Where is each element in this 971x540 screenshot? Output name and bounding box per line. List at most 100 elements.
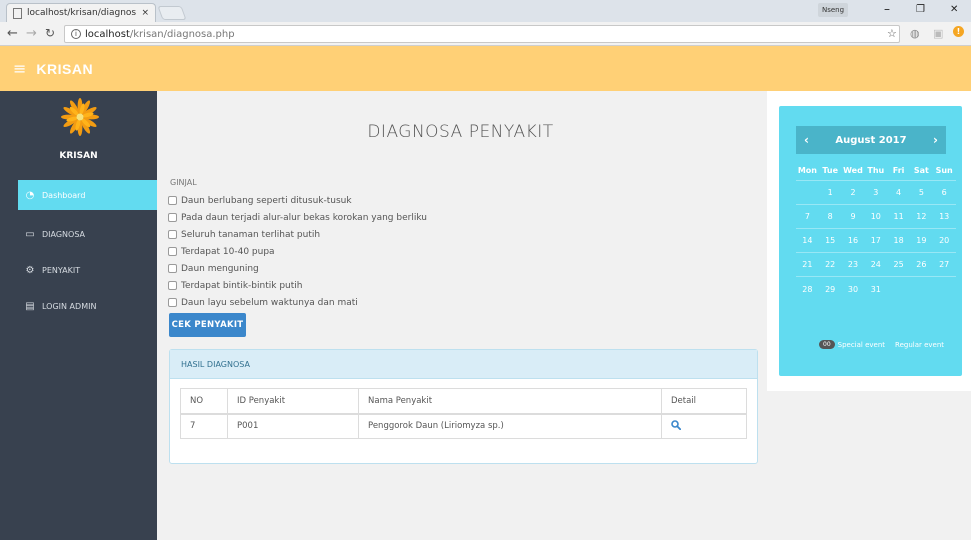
calendar-day[interactable]: 8 — [819, 212, 842, 221]
checkbox[interactable] — [168, 298, 177, 307]
calendar-day[interactable]: 15 — [819, 236, 842, 245]
checkbox[interactable] — [168, 264, 177, 273]
cek-penyakit-button[interactable]: CEK PENYAKIT — [169, 313, 246, 337]
result-panel: HASIL DIAGNOSA NO ID Penyakit Nama Penya… — [169, 349, 758, 464]
symptom-label: Pada daun terjadi alur-alur bekas koroka… — [181, 212, 427, 223]
calendar-day[interactable]: 10 — [864, 212, 887, 221]
calendar-day[interactable]: 25 — [887, 260, 910, 269]
address-bar[interactable]: i localhost/krisan/diagnosa.php — [64, 25, 900, 43]
minimize-icon[interactable]: – — [884, 2, 890, 16]
next-month-icon[interactable]: › — [933, 133, 938, 147]
checkbox[interactable] — [168, 247, 177, 256]
symptom-label: Daun berlubang seperti ditusuk-tusuk — [181, 195, 352, 206]
sidebar-item-login-admin[interactable]: ▤ LOGIN ADMIN — [18, 291, 157, 321]
calendar-day[interactable]: 29 — [819, 285, 842, 294]
result-table: NO ID Penyakit Nama Penyakit Detail 7 P0… — [180, 388, 747, 439]
bookmark-star-icon[interactable]: ☆ — [887, 27, 897, 40]
calendar-day[interactable]: 31 — [864, 285, 887, 294]
symptom-option[interactable]: Daun menguning — [168, 260, 427, 277]
symptom-option[interactable]: Seluruh tanaman terlihat putih — [168, 226, 427, 243]
symptom-option[interactable]: Terdapat 10-40 pupa — [168, 243, 427, 260]
calendar-day[interactable]: 19 — [910, 236, 933, 245]
calendar-day[interactable]: 20 — [933, 236, 956, 245]
checkbox[interactable] — [168, 213, 177, 222]
close-window-icon[interactable]: ✕ — [950, 4, 958, 15]
calendar-day[interactable]: 27 — [933, 260, 956, 269]
cell-no: 7 — [180, 413, 228, 439]
calendar-day[interactable]: 21 — [796, 260, 819, 269]
result-panel-heading: HASIL DIAGNOSA — [170, 350, 757, 379]
hamburger-menu-icon[interactable]: ≡ — [13, 59, 26, 78]
calendar-day[interactable]: 14 — [796, 236, 819, 245]
weekday-label: Wed — [843, 166, 863, 175]
checkbox[interactable] — [168, 281, 177, 290]
calendar-day[interactable]: 2 — [842, 188, 865, 197]
sidebar-item-penyakit[interactable]: ⚙ PENYAKIT — [18, 255, 157, 285]
dashboard-icon: ◔ — [25, 189, 35, 201]
calendar-day[interactable]: 16 — [842, 236, 865, 245]
checkbox[interactable] — [168, 196, 177, 205]
symptom-group-label: GINJAL — [170, 178, 197, 187]
forward-icon[interactable]: → — [26, 26, 37, 41]
special-event-badge: 00 — [819, 340, 835, 349]
symptom-option[interactable]: Daun berlubang seperti ditusuk-tusuk — [168, 192, 427, 209]
search-icon[interactable] — [671, 419, 682, 430]
symptom-label: Terdapat 10-40 pupa — [181, 246, 275, 257]
calendar-day[interactable]: 17 — [864, 236, 887, 245]
symptom-option[interactable]: Terdapat bintik-bintik putih — [168, 277, 427, 294]
book-icon: ▤ — [25, 300, 35, 312]
extension-icon[interactable]: ◍ — [910, 27, 920, 40]
calendar-day[interactable]: 5 — [910, 188, 933, 197]
calendar-day[interactable]: 11 — [887, 212, 910, 221]
special-event-label: Special event — [837, 340, 886, 349]
calendar-day[interactable]: 30 — [842, 285, 865, 294]
calendar-day[interactable]: 12 — [910, 212, 933, 221]
tab-close-icon[interactable]: × — [141, 8, 149, 18]
sidebar-item-diagnosa[interactable]: ▭ DIAGNOSA — [18, 219, 157, 249]
info-icon[interactable]: i — [71, 29, 81, 39]
calendar-day[interactable]: 24 — [864, 260, 887, 269]
profile-button[interactable]: Nseng — [818, 3, 848, 17]
calendar-header: ‹ August 2017 › — [796, 126, 946, 154]
calendar-day[interactable]: 7 — [796, 212, 819, 221]
calendar-day[interactable]: 9 — [842, 212, 865, 221]
calendar-day[interactable]: 1 — [819, 188, 842, 197]
symptom-label: Terdapat bintik-bintik putih — [181, 280, 303, 291]
calendar-day[interactable]: 18 — [887, 236, 910, 245]
sidebar-item-label: LOGIN ADMIN — [42, 301, 97, 311]
app-header: ≡ KRISAN — [0, 46, 971, 91]
new-tab-button[interactable] — [157, 6, 187, 20]
symptom-option[interactable]: Pada daun terjadi alur-alur bekas koroka… — [168, 209, 427, 226]
calendar-day[interactable]: 4 — [887, 188, 910, 197]
calendar-day[interactable]: 26 — [910, 260, 933, 269]
browser-tab[interactable]: localhost/krisan/diagnos × — [6, 3, 156, 22]
reload-icon[interactable]: ↻ — [45, 26, 55, 40]
symptom-option[interactable]: Daun layu sebelum waktunya dan mati — [168, 294, 427, 311]
calendar-day[interactable]: 6 — [933, 188, 956, 197]
tab-title: localhost/krisan/diagnos — [27, 8, 137, 18]
calendar-day[interactable]: 23 — [842, 260, 865, 269]
symptom-label: Seluruh tanaman terlihat putih — [181, 229, 321, 240]
prev-month-icon[interactable]: ‹ — [804, 133, 809, 147]
sidebar-item-dashboard[interactable]: ◔ Dashboard — [18, 180, 157, 210]
calendar-week: 1 2 3 4 5 6 — [796, 181, 956, 205]
back-icon[interactable]: ← — [7, 26, 18, 41]
url-path: /krisan/diagnosa.php — [129, 28, 235, 40]
calendar-day[interactable]: 3 — [864, 188, 887, 197]
symptom-label: Daun layu sebelum waktunya dan mati — [181, 297, 358, 308]
symptom-label: Daun menguning — [181, 263, 259, 274]
calendar-week: 7 8 9 10 11 12 13 — [796, 205, 956, 229]
calendar-day[interactable]: 28 — [796, 285, 819, 294]
calendar-day[interactable]: 13 — [933, 212, 956, 221]
table-row: 7 P001 Penggorok Daun (Liriomyza sp.) — [180, 413, 747, 439]
extension-badge-icon[interactable]: ▣ — [933, 27, 943, 40]
weekday-label: Thu — [867, 166, 885, 175]
sidebar-item-label: Dashboard — [42, 190, 86, 200]
weekday-label: Sun — [935, 166, 953, 175]
header-brand[interactable]: KRISAN — [36, 61, 93, 77]
checkbox[interactable] — [168, 230, 177, 239]
alert-icon[interactable]: ! — [953, 26, 964, 37]
weekday-label: Mon — [797, 166, 817, 175]
calendar-day[interactable]: 22 — [819, 260, 842, 269]
maximize-icon[interactable]: ❐ — [916, 4, 925, 15]
